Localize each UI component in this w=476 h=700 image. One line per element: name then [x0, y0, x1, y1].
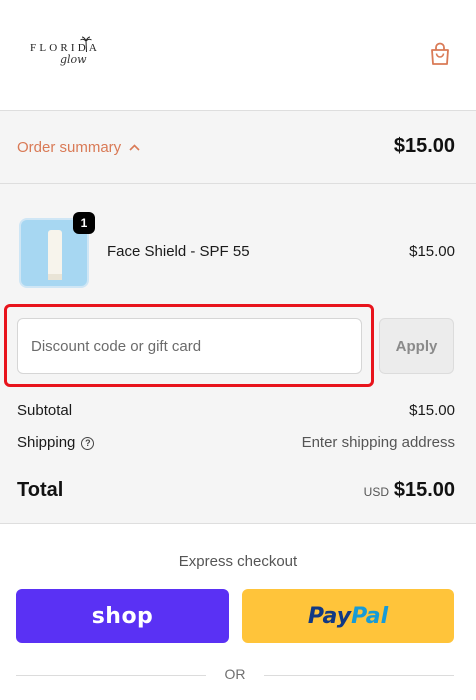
paypal-logo-pay: Pay — [307, 603, 352, 629]
sunscreen-tube-image — [48, 230, 62, 278]
order-summary-toggle[interactable]: Order summary — [17, 139, 140, 156]
summary-total: $15.00 — [393, 135, 455, 157]
order-summary-label: Order summary — [17, 139, 122, 156]
discount-code-input[interactable] — [17, 318, 362, 374]
or-divider: OR — [16, 665, 454, 685]
shipping-row: Shipping? — [17, 434, 95, 451]
total-currency: USD — [363, 485, 389, 499]
order-summary-panel: 1 Face Shield - SPF 55 $15.00 Apply Subt… — [0, 184, 476, 524]
apply-button[interactable]: Apply — [379, 318, 454, 374]
chevron-up-icon — [129, 144, 140, 151]
palm-tree-icon — [80, 36, 92, 52]
store-logo[interactable]: FLORIDA glow — [30, 36, 110, 78]
product-name: Face Shield - SPF 55 — [107, 243, 250, 260]
paypal-logo-pal: Pal — [351, 603, 389, 629]
order-summary-bar: Order summary $15.00 — [0, 111, 476, 184]
shipping-value: Enter shipping address — [301, 434, 455, 451]
total-value: $15.00 — [393, 479, 455, 501]
help-icon[interactable]: ? — [81, 436, 95, 450]
express-checkout-title: Express checkout — [178, 553, 298, 570]
shipping-label: Shipping — [17, 434, 76, 451]
subtotal-value: $15.00 — [409, 402, 455, 419]
paypal-button[interactable]: PayPal — [242, 589, 454, 643]
shopping-bag-icon[interactable] — [429, 42, 451, 66]
product-price: $15.00 — [409, 243, 455, 260]
total-label: Total — [17, 479, 64, 501]
or-label: OR — [224, 666, 246, 682]
quantity-badge: 1 — [73, 212, 95, 234]
shop-pay-button[interactable]: shop — [16, 589, 229, 643]
subtotal-label: Subtotal — [17, 402, 73, 419]
header: FLORIDA glow — [0, 0, 476, 111]
logo-script: glow — [60, 53, 87, 66]
